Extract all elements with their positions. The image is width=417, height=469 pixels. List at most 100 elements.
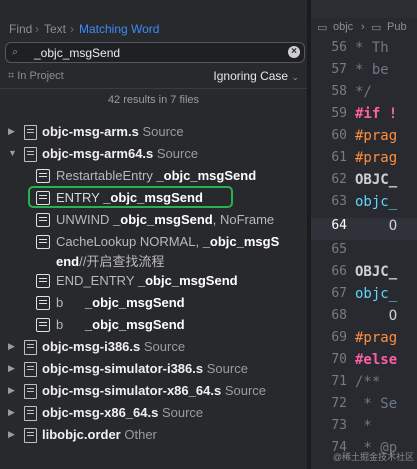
folder-icon: ▭	[317, 22, 328, 34]
match-hit: _objc_msgS	[202, 234, 280, 249]
file-name: objc-msg-arm.s	[42, 124, 139, 139]
match-row[interactable]: UNWIND _objc_msgSend, NoFrame	[0, 209, 307, 231]
code-text: OBJC_	[355, 264, 398, 280]
match-line-icon	[36, 274, 50, 288]
search-field[interactable]: ⌕ _objc_msgSend ×	[5, 42, 305, 63]
match-hit: end	[56, 254, 80, 269]
crumb-find[interactable]: Find	[9, 22, 32, 36]
file-type: Source	[142, 124, 184, 139]
match-prefix: CacheLookup NORMAL,	[56, 234, 203, 249]
match-row[interactable]: b _objc_msgSend	[0, 314, 307, 336]
match-row[interactable]: END_ENTRY _objc_msgSend	[0, 270, 307, 292]
file-row[interactable]: ▶ objc-msg-simulator-i386.s Source	[0, 358, 307, 380]
line-number: 59	[331, 106, 347, 121]
line-number: 69	[331, 330, 347, 345]
match-row[interactable]: RestartableEntry _objc_msgSend	[0, 165, 307, 187]
folder-icon: ▭	[371, 22, 382, 34]
scope-selector[interactable]: ⌗ In Project	[8, 70, 64, 83]
crumb-matching-word[interactable]: Matching Word	[79, 22, 159, 36]
match-hit: _objc_msgSend	[84, 317, 185, 332]
file-name: objc-msg-arm64.s	[42, 146, 154, 161]
code-text: #else	[355, 352, 398, 368]
jump-bar-item[interactable]: objc	[333, 21, 353, 33]
clear-icon[interactable]: ×	[288, 46, 300, 58]
file-name: libobjc.order	[42, 427, 121, 442]
match-row[interactable]: b _objc_msgSend	[0, 292, 307, 314]
watermark: @稀土掘金技术社区	[332, 452, 414, 462]
code-text: #prag	[355, 128, 398, 144]
file-icon	[24, 384, 37, 399]
file-name: objc-msg-simulator-x86_64.s	[42, 383, 222, 398]
file-row[interactable]: ▶ objc-msg-i386.s Source	[0, 336, 307, 358]
file-icon	[24, 428, 37, 443]
crumb-text[interactable]: Text	[44, 22, 66, 36]
disclosure-expanded-icon[interactable]: ▼	[8, 148, 17, 158]
match-hit: _objc_msgSend	[103, 190, 203, 205]
line-number: 65	[331, 242, 347, 257]
match-suffix: , NoFrame	[212, 212, 275, 227]
line-number: 61	[331, 150, 347, 165]
chevron-down-icon: ⌄	[291, 72, 299, 82]
match-prefix: ENTRY	[56, 190, 104, 205]
code-text: O	[355, 218, 398, 234]
disclosure-collapsed-icon[interactable]: ▶	[8, 385, 15, 396]
code-text: objc_	[355, 194, 398, 210]
file-row[interactable]: ▶ objc-msg-x86_64.s Source	[0, 402, 307, 424]
jump-bar-item[interactable]: Pub	[387, 21, 407, 33]
match-line-icon	[36, 191, 50, 205]
code-text: #prag	[355, 150, 398, 166]
line-number: 58	[331, 84, 347, 99]
match-row[interactable]: CacheLookup NORMAL, _objc_msgS end//开启查找…	[0, 231, 307, 271]
disclosure-collapsed-icon[interactable]: ▶	[8, 126, 15, 137]
code-text: * Th	[355, 40, 389, 56]
line-number: 57	[331, 62, 347, 77]
file-name: objc-msg-i386.s	[42, 339, 141, 354]
file-type: Source	[224, 383, 267, 398]
line-number: 73	[331, 418, 347, 433]
chevron-right-icon: ›	[361, 21, 365, 33]
file-name: objc-msg-simulator-i386.s	[42, 361, 204, 376]
line-number: 60	[331, 128, 347, 143]
code-text: O	[355, 308, 398, 324]
match-mode-selector[interactable]: Ignoring Case ⌄	[213, 69, 299, 83]
file-row[interactable]: ▶ objc-msg-arm.s Source	[0, 121, 307, 143]
file-type: Source	[156, 146, 199, 161]
disclosure-collapsed-icon[interactable]: ▶	[8, 429, 15, 440]
code-text: */	[355, 84, 372, 100]
disclosure-collapsed-icon[interactable]: ▶	[8, 407, 15, 418]
file-row[interactable]: ▼ objc-msg-arm64.s Source	[0, 143, 307, 165]
file-row[interactable]: ▶ objc-msg-simulator-x86_64.s Source	[0, 380, 307, 402]
search-icon: ⌕	[12, 46, 19, 58]
editor-toolbar	[311, 0, 417, 18]
divider	[0, 88, 307, 89]
match-prefix: UNWIND	[56, 212, 114, 227]
chevron-right-icon: ›	[35, 22, 39, 36]
search-input[interactable]: _objc_msgSend	[34, 46, 120, 60]
line-number: 67	[331, 286, 347, 301]
line-number: 66	[331, 264, 347, 279]
file-icon	[24, 125, 37, 140]
match-line-icon	[36, 318, 50, 332]
match-mode-label: Ignoring Case	[213, 69, 289, 83]
source-editor[interactable]: ▭ objc › ▭ Pub 56 * Th 57 * be 58 */ 59 #…	[311, 0, 417, 469]
match-prefix: b	[56, 317, 85, 332]
match-suffix: //开启查找流程	[79, 254, 165, 269]
file-icon	[24, 147, 37, 162]
line-number: 72	[331, 396, 347, 411]
disclosure-collapsed-icon[interactable]: ▶	[8, 363, 15, 374]
match-prefix: b	[56, 295, 85, 310]
code-text: #if !	[355, 106, 398, 122]
line-number: 63	[331, 194, 347, 209]
find-navigator: Find › Text › Matching Word ⌕ _objc_msgS…	[0, 0, 307, 469]
code-text: #prag	[355, 330, 398, 346]
disclosure-collapsed-icon[interactable]: ▶	[8, 341, 15, 352]
file-type: Source	[206, 361, 248, 376]
code-text: * Se	[355, 396, 398, 412]
file-icon	[24, 340, 37, 355]
match-row-selected[interactable]: ENTRY _objc_msgSend	[0, 186, 307, 209]
editor-jump-bar: ▭ objc › ▭ Pub	[311, 18, 417, 38]
file-row[interactable]: ▶ libobjc.order Other	[0, 424, 307, 446]
line-number: 64	[331, 218, 347, 233]
find-breadcrumb: Find › Text › Matching Word	[0, 18, 307, 38]
match-prefix: END_ENTRY	[56, 273, 138, 288]
